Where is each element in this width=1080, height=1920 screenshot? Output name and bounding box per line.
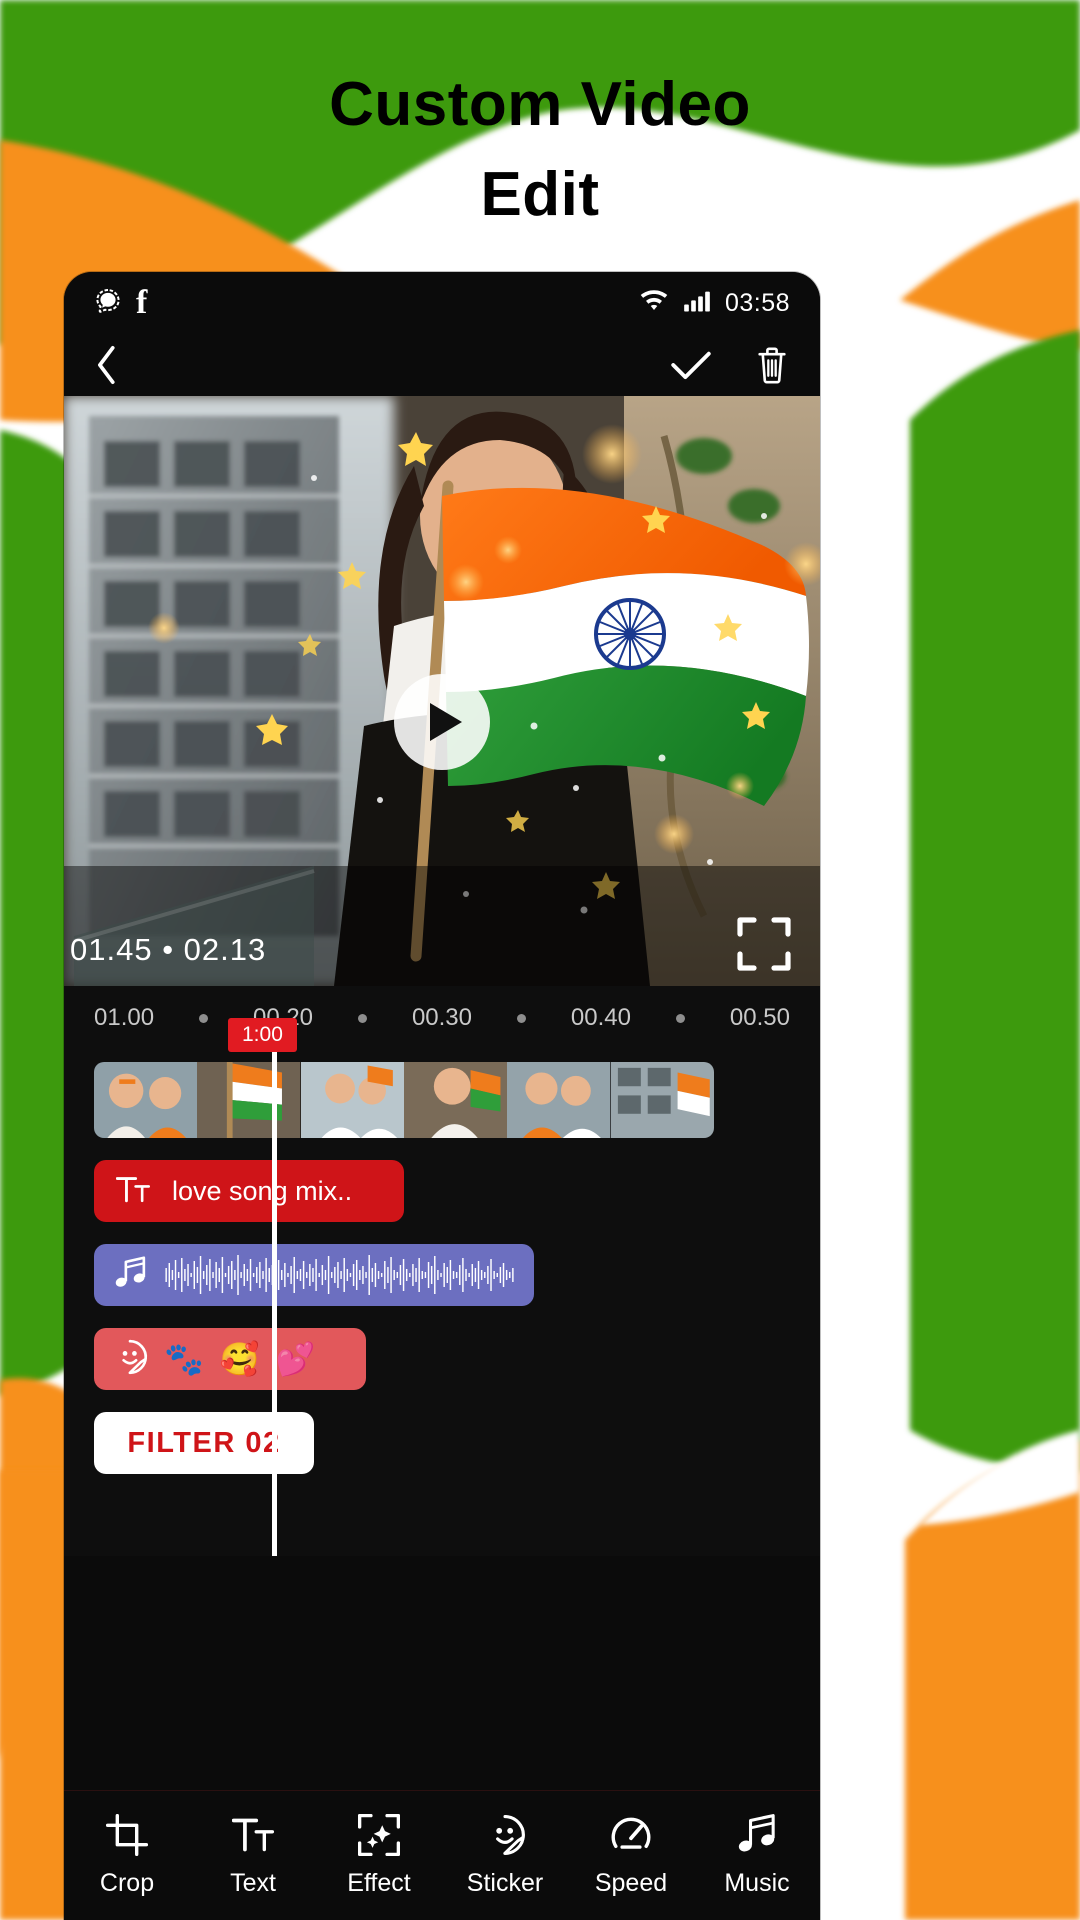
cellular-signal-icon <box>683 289 711 318</box>
clip-thumbnail[interactable] <box>610 1062 714 1138</box>
text-layer-label: love song mix.. <box>172 1175 353 1206</box>
timeline-panel[interactable]: 01.00 00.20 00.30 00.40 00.50 1:00 <box>64 986 820 1556</box>
ruler-tick-dot <box>357 1013 367 1023</box>
status-bar-right: 03:58 <box>639 289 790 318</box>
ruler-tick-label: 00.30 <box>411 1004 472 1031</box>
signal-messenger-icon <box>94 287 122 320</box>
tool-crop[interactable]: Crop <box>64 1813 190 1898</box>
tool-effect-label: Effect <box>347 1869 411 1897</box>
text-format-icon <box>115 1174 150 1209</box>
sticker-layer-track[interactable]: 🐾 🥰 💕 <box>94 1328 366 1390</box>
ruler-tick-dot <box>199 1013 209 1023</box>
filter-layer-label: FILTER 02 <box>127 1426 281 1459</box>
timeline-ruler-items: 01.00 00.20 00.30 00.40 00.50 <box>64 1004 820 1032</box>
tool-crop-label: Crop <box>99 1869 155 1897</box>
sticker-item[interactable]: 💕 <box>276 1343 316 1375</box>
tool-music-label: Music <box>724 1869 790 1897</box>
filter-layer-track[interactable]: FILTER 02 <box>94 1412 314 1474</box>
clip-thumbnail[interactable] <box>197 1062 301 1138</box>
clip-thumbnail[interactable] <box>94 1062 198 1138</box>
confirm-button[interactable] <box>670 348 712 382</box>
wifi-icon <box>639 289 669 318</box>
tool-music[interactable]: Music <box>694 1813 820 1898</box>
music-note-icon <box>112 1255 148 1296</box>
text-icon <box>232 1813 274 1857</box>
play-icon <box>430 703 462 741</box>
phone-mockup: f 03:58 01.45 • 02.13 01.00 00.30 00.40 … <box>64 272 820 1920</box>
ruler-tick-dot <box>516 1013 526 1023</box>
app-toolbar <box>64 334 820 396</box>
status-bar: f 03:58 <box>64 272 820 334</box>
video-preview[interactable]: 01.45 • 02.13 <box>64 396 820 986</box>
text-layer-track[interactable]: love song mix.. <box>94 1160 404 1222</box>
status-bar-left: f <box>94 286 147 320</box>
facebook-icon: f <box>136 284 148 321</box>
ruler-tick-label: 00.50 <box>729 1004 790 1031</box>
preview-timecode: 01.45 • 02.13 <box>70 932 267 967</box>
effect-icon <box>358 1813 400 1857</box>
playhead-time-badge: 1:00 <box>228 1018 297 1052</box>
clip-thumbnail[interactable] <box>403 1062 508 1138</box>
fullscreen-button[interactable] <box>736 916 792 972</box>
timeline-ruler: 01.00 00.20 00.30 00.40 00.50 <box>64 986 820 1050</box>
sticker-item[interactable]: 🥰 <box>220 1343 260 1375</box>
tool-sticker[interactable]: Sticker <box>442 1813 568 1898</box>
crop-icon <box>106 1813 148 1857</box>
delete-button[interactable] <box>754 345 790 385</box>
status-bar-clock: 03:58 <box>724 288 790 317</box>
clip-thumbnail[interactable] <box>300 1062 404 1138</box>
back-button[interactable] <box>94 345 120 385</box>
clip-thumbnail[interactable] <box>507 1062 611 1138</box>
tool-sticker-label: Sticker <box>466 1869 544 1897</box>
page-title: Custom Video Edit <box>0 60 1080 240</box>
tool-speed-label: Speed <box>594 1869 668 1897</box>
ruler-tick-label: 00.40 <box>570 1004 631 1031</box>
video-clip-track[interactable] <box>94 1062 714 1138</box>
tool-text-label: Text <box>230 1869 276 1897</box>
play-button[interactable] <box>394 674 490 770</box>
tool-speed[interactable]: Speed <box>568 1813 694 1898</box>
page-title-line-2: Edit <box>480 159 600 229</box>
sticker-item[interactable]: 🐾 <box>164 1343 204 1375</box>
tool-text[interactable]: Text <box>190 1813 316 1898</box>
ruler-tick-label: 01.00 <box>94 1004 155 1031</box>
sticker-icon <box>484 1813 526 1857</box>
music-icon <box>736 1813 778 1857</box>
timeline-playhead[interactable]: 1:00 <box>228 1018 297 1556</box>
tool-effect[interactable]: Effect <box>316 1813 442 1898</box>
sticker-face-icon <box>112 1339 148 1380</box>
audio-layer-track[interactable] <box>94 1244 534 1306</box>
ruler-tick-dot <box>675 1013 685 1023</box>
speed-icon <box>610 1813 652 1857</box>
audio-waveform <box>165 1255 514 1295</box>
bottom-tool-bar: Crop Text Effect Sticker Speed Music <box>64 1790 820 1920</box>
page-title-line-1: Custom Video <box>329 70 751 139</box>
